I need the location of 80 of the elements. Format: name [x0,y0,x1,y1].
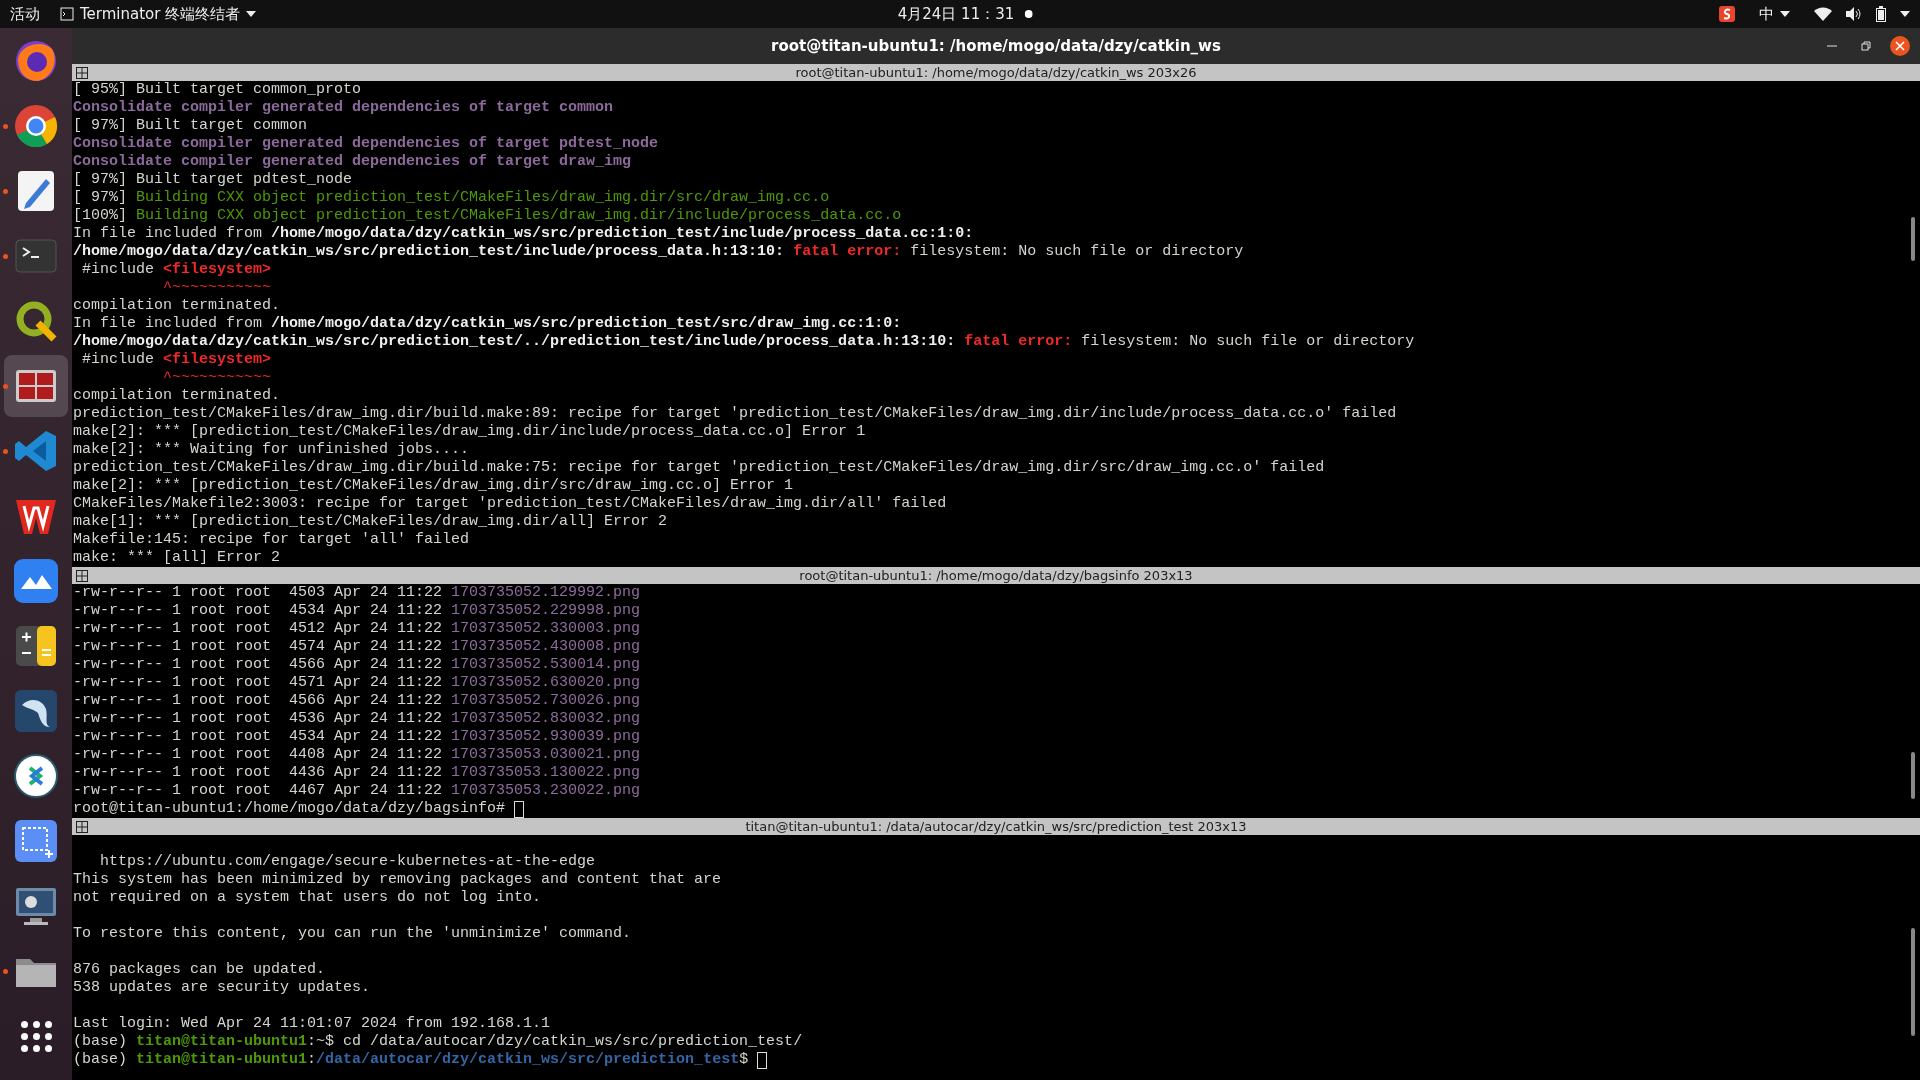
terminal-line: 538 updates are security updates. [73,979,371,997]
battery-icon[interactable] [1876,6,1886,22]
wifi-icon[interactable] [1814,7,1832,21]
caret-icon [246,11,257,17]
split-grid-icon[interactable] [76,569,88,582]
terminal-line: [ 97%] Built target common [73,117,308,135]
terminal-line: -rw-r--r-- 1 root root 4534 Apr 24 11:22 1703735052.930039.png [73,728,641,746]
pane-title: root@titan-ubuntu1: /home/mogo/data/dzy/bagsinfo 203x13 [799,568,1193,583]
terminal-line: -rw-r--r-- 1 root root 4536 Apr 24 11:22 1703735052.830032.png [73,710,641,728]
terminal-line: compilation terminated. [73,297,281,315]
terminal-line: In file included from /home/mogo/data/dzy/catkin_ws/src/prediction_test/src/draw_img.cc:1:0: [73,315,902,333]
terminal-line: compilation terminated. [73,387,281,405]
terminal-line: make[2]: *** [prediction_test/CMakeFiles/draw_img.dir/include/process_data.cc.o] Error 1 [73,423,866,441]
terminal-line: Consolidate compiler generated dependencies of target common [73,99,614,117]
terminal-line: [ 97%] Building CXX object prediction_test/CMakeFiles/draw_img.dir/src/draw_img.cc.o [73,189,830,207]
arrows-circle-icon [12,752,60,800]
volume-icon[interactable] [1846,7,1862,21]
close-button[interactable] [1890,36,1910,56]
caret-icon [1780,11,1790,17]
terminal-line: https://ubuntu.com/engage/secure-kubernetes-at-the-edge [99,853,596,871]
split-grid-icon[interactable] [76,820,88,833]
caret-icon[interactable] [1900,11,1910,17]
terminal-line: -rw-r--r-- 1 root root 4436 Apr 24 11:22 1703735053.130022.png [73,764,641,782]
terminal-line: -rw-r--r-- 1 root root 4534 Apr 24 11:22 1703735052.229998.png [73,602,641,620]
terminal-line: In file included from /home/mogo/data/dzy/catkin_ws/src/prediction_test/include/process_data.cc:1:0: [73,225,974,243]
terminal-line: make[2]: *** [prediction_test/CMakeFiles/draw_img.dir/src/draw_img.cc.o] Error 1 [73,477,794,495]
minimize-icon [1827,45,1837,47]
terminal-line: Makefile:145: recipe for target 'all' failed [73,531,470,549]
terminal-line: CMakeFiles/Makefile2:3003: recipe for target 'prediction_test/CMakeFiles/draw_img.dir/all' failed [73,495,947,513]
terminal-line: #include <filesystem> [81,261,272,279]
terminal-window-icon [60,7,74,21]
clock-button[interactable]: 4月24日 11：31 [887,0,1025,28]
terminal-line: [100%] Building CXX object prediction_test/CMakeFiles/draw_img.dir/include/process_data.cc.o [73,207,902,225]
terminal-line: -rw-r--r-- 1 root root 4467 Apr 24 11:22 1703735053.230022.png [73,782,641,800]
terminal-line: (base) titan@titan-ubuntu1:/data/autocar/dzy/catkin_ws/src/prediction_test$ [73,1051,750,1069]
terminal-line: root@titan-ubuntu1:/home/mogo/data/dzy/bagsinfo# [73,800,507,818]
terminal-line: /home/mogo/data/dzy/catkin_ws/src/prediction_test/../prediction_test/include/process_data.h:13:10: fatal error: filesystem: No such file or directory [73,333,1415,351]
terminal-line: not required on a system that users do not log into. [73,889,542,907]
input-tray-icon[interactable] [1719,6,1735,22]
window-title: root@titan-ubuntu1: /home/mogo/data/dzy/catkin_ws [771,37,1221,55]
terminal-line: make[1]: *** [prediction_test/CMakeFiles/draw_img.dir/all] Error 2 [73,513,668,531]
activities-button[interactable]: 活动 [0,0,50,28]
close-icon [1895,41,1905,51]
terminal-line: -rw-r--r-- 1 root root 4512 Apr 24 11:22 1703735052.330003.png [73,620,641,638]
terminal-line: ^~~~~~~~~~~~ [162,279,272,297]
terminal-line: /home/mogo/data/dzy/catkin_ws/src/prediction_test/include/process_data.h:13:10: fatal error: filesystem: No such file or directory [73,243,1244,261]
terminal-line: This system has been minimized by removing packages and content that are [73,871,722,889]
pane-title: root@titan-ubuntu1: /home/mogo/data/dzy/catkin_ws 203x26 [795,65,1197,80]
terminal-line: Consolidate compiler generated dependencies of target draw_img [73,153,632,171]
terminal-line: [ 97%] Built target pdtest_node [73,171,353,189]
app-menu[interactable]: Terminator 终端终结者 [50,0,267,28]
scrollbar-thumb[interactable] [1911,217,1915,261]
terminal-line: prediction_test/CMakeFiles/draw_img.dir/build.make:89: recipe for target 'prediction_test/CMakeFiles/draw_img.dir/include/process_data.cc.o' failed [73,405,1397,423]
scrollbar-thumb[interactable] [1911,752,1915,800]
terminal-line: prediction_test/CMakeFiles/draw_img.dir/build.make:75: recipe for target 'prediction_test/CMakeFiles/draw_img.dir/src/draw_img.cc.o' failed [73,459,1325,477]
terminal-line: ^~~~~~~~~~~~ [162,369,272,387]
terminal-line: make[2]: *** Waiting for unfinished jobs.... [73,441,470,459]
terminal-line: Last login: Wed Apr 24 11:01:07 2024 from 192.168.1.1 [73,1015,551,1033]
terminal-line: -rw-r--r-- 1 root root 4503 Apr 24 11:22 1703735052.129992.png [73,584,641,602]
terminal-line: To restore this content, you can run the 'unminimize' command. [73,925,632,943]
terminal-line: 876 packages can be updated. [73,961,326,979]
terminal-line: #include <filesystem> [81,351,272,369]
terminal-line: -rw-r--r-- 1 root root 4571 Apr 24 11:22 1703735052.630020.png [73,674,641,692]
screenshot-icon [12,817,60,865]
scrollbar-thumb[interactable] [1911,928,1915,1036]
terminal-line: -rw-r--r-- 1 root root 4566 Apr 24 11:22 1703735052.730026.png [73,692,641,710]
terminal-line: Consolidate compiler generated dependencies of target pdtest_node [73,135,659,153]
terminal-line: -rw-r--r-- 1 root root 4566 Apr 24 11:22 1703735052.530014.png [73,656,641,674]
browser-ring-icon [12,102,60,150]
terminal-line: (base) titan@titan-ubuntu1:~$ cd /data/autocar/dzy/catkin_ws/src/prediction_test/ [73,1033,803,1051]
app-grid-icon [20,1020,52,1052]
notification-dot-icon [1024,10,1033,18]
split-grid-icon[interactable] [76,66,88,79]
pane-title: titan@titan-ubuntu1: /data/autocar/dzy/catkin_ws/src/prediction_test 203x13 [745,819,1247,834]
terminal-line: [ 95%] Built target common_proto [73,81,362,99]
terminal-line: make: *** [all] Error 2 [73,549,281,567]
terminal-line: -rw-r--r-- 1 root root 4574 Apr 24 11:22 1703735052.430008.png [73,638,641,656]
terminal-line: -rw-r--r-- 1 root root 4408 Apr 24 11:22 1703735053.030021.png [73,746,641,764]
input-method-menu[interactable]: 中 [1749,0,1800,28]
restore-icon [1861,41,1871,51]
